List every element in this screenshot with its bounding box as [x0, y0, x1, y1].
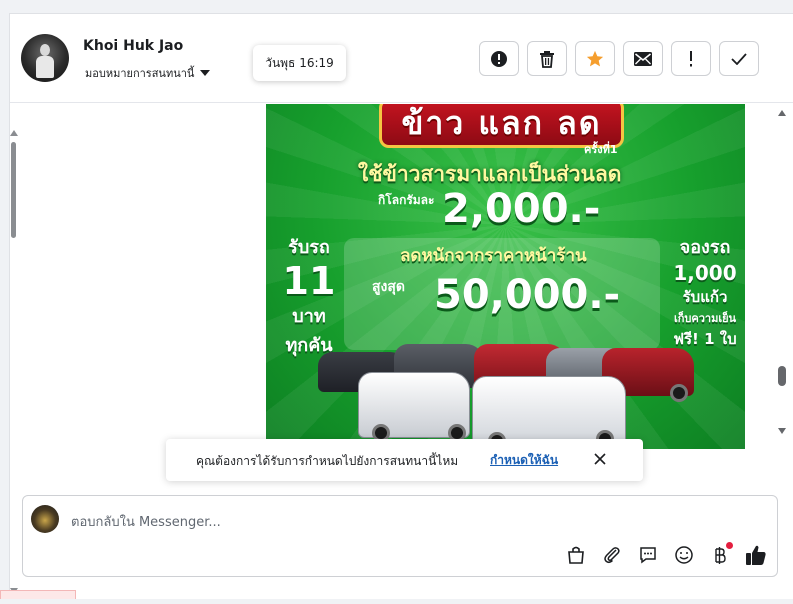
- message-template-icon: [640, 547, 656, 564]
- promo-left-line3: บาท: [292, 306, 326, 327]
- timestamp-tooltip: วันพุธ 16:19: [253, 45, 346, 81]
- message-thread: ข้าว แลก ลด ครั้งที่1 ใช้ข้าวสารมาแลกเป็…: [10, 104, 793, 449]
- scroll-down-icon[interactable]: [778, 428, 786, 434]
- caret-down-icon: [200, 70, 211, 76]
- alert-circle-icon: [491, 50, 507, 67]
- assign-to-me-link[interactable]: กำหนดให้ฉัน: [490, 451, 558, 470]
- conversation-header: Khoi Huk Jao มอบหมายการสนทนานี้: [10, 14, 793, 103]
- assign-prompt-message: คุณต้องการได้รับการกำหนดไปยังการสนทนานี้…: [196, 454, 459, 468]
- promo-max-amount: 50,000.-: [434, 272, 621, 318]
- done-button[interactable]: [719, 41, 759, 76]
- like-button[interactable]: [743, 542, 769, 568]
- promo-left-column: รับรถ 11 บาท ทุกคัน: [274, 232, 344, 359]
- emoji-icon: [675, 546, 693, 564]
- composer-tools: [563, 542, 769, 568]
- promo-banner-text: ข้าว แลก ลด: [401, 104, 602, 142]
- payment-button[interactable]: [707, 542, 733, 568]
- promo-amount-per-kg: 2,000.-: [442, 186, 601, 232]
- promo-sub: ลดหนักจากราคาหน้าร้าน: [400, 246, 587, 266]
- saved-replies-button[interactable]: [563, 542, 589, 568]
- assign-label: มอบหมายการสนทนานี้: [85, 67, 195, 80]
- scroll-thumb[interactable]: [778, 366, 786, 386]
- promo-right-line1: จองรถ: [679, 237, 731, 258]
- mark-unread-button[interactable]: [623, 41, 663, 76]
- envelope-icon: [634, 51, 652, 66]
- conversation-actions: [479, 41, 759, 76]
- car-wheel: [670, 384, 688, 402]
- reply-input[interactable]: ตอบกลับใน Messenger...: [71, 511, 221, 532]
- contact-name[interactable]: Khoi Huk Jao: [83, 38, 183, 54]
- avatar-body: [36, 56, 54, 78]
- star-icon: [586, 50, 604, 66]
- promo-right-line4: เก็บความเย็น: [673, 312, 737, 325]
- reply-composer: ตอบกลับใน Messenger...: [22, 495, 778, 577]
- check-icon: [731, 52, 747, 65]
- promo-right-column: จองรถ 1,000 รับแก้ว เก็บความเย็น ฟรี! 1 …: [666, 232, 744, 351]
- bottom-tab-strip: [0, 590, 76, 599]
- exclamation-icon: [690, 50, 692, 66]
- inbox-conversation-panel: Khoi Huk Jao มอบหมายการสนทนานี้ ข้าว แลก…: [9, 13, 793, 599]
- important-button[interactable]: [671, 41, 711, 76]
- star-button[interactable]: [575, 41, 615, 76]
- promo-left-line1: รับรถ: [288, 237, 330, 258]
- promo-image-message[interactable]: ข้าว แลก ลด ครั้งที่1 ใช้ข้าวสารมาแลกเป็…: [266, 104, 745, 449]
- thread-scrollbar[interactable]: [776, 104, 788, 439]
- contact-avatar[interactable]: [21, 34, 69, 82]
- template-button[interactable]: [635, 542, 661, 568]
- assign-dropdown[interactable]: มอบหมายการสนทนานี้: [85, 64, 211, 82]
- promo-per-kg: กิโลกรัมละ: [378, 193, 435, 207]
- report-button[interactable]: [479, 41, 519, 76]
- page-avatar: [31, 505, 59, 533]
- promo-left-line2: 11: [282, 259, 336, 303]
- close-icon[interactable]: [593, 452, 607, 469]
- thumbs-up-icon: [746, 545, 766, 565]
- attach-button[interactable]: [599, 542, 625, 568]
- promo-max-label: สูงสุด: [372, 279, 406, 295]
- scroll-up-icon[interactable]: [778, 110, 786, 116]
- avatar-figure: [40, 44, 50, 56]
- assign-prompt: คุณต้องการได้รับการกำหนดไปยังการสนทนานี้…: [166, 439, 643, 481]
- paperclip-icon: [604, 547, 620, 564]
- promo-round: ครั้งที่1: [584, 143, 618, 156]
- trash-icon: [540, 50, 554, 68]
- promo-right-line2: 1,000: [673, 261, 737, 285]
- promo-right-line3: รับแก้ว: [682, 288, 728, 306]
- notification-dot: [726, 542, 733, 549]
- saved-replies-icon: [568, 546, 584, 564]
- emoji-button[interactable]: [671, 542, 697, 568]
- delete-button[interactable]: [527, 41, 567, 76]
